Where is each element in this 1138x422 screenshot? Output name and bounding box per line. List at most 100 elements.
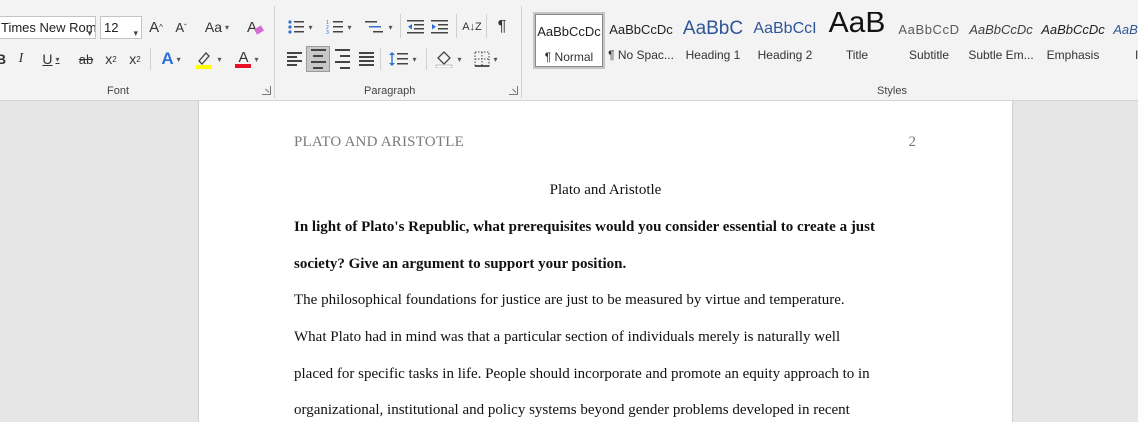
body-line: organizational, institutional and policy… <box>294 402 850 418</box>
borders-icon <box>474 51 490 67</box>
clear-formatting-button[interactable]: A <box>245 16 265 38</box>
increase-indent-button[interactable] <box>430 16 450 38</box>
bullet-list-icon <box>288 20 305 34</box>
style-name: Inte <box>1134 48 1138 62</box>
paragraph-group-label: Paragraph <box>364 85 416 97</box>
style-preview: AaBbC <box>682 18 744 39</box>
style-normal[interactable]: AaBbCcDc ¶ Normal <box>533 12 605 69</box>
group-divider <box>521 6 522 98</box>
bullets-button[interactable]: ▾ <box>284 16 316 38</box>
pilcrow-icon: ¶ <box>497 18 507 35</box>
shrink-font-button[interactable]: Aˇ <box>172 16 190 38</box>
style-title[interactable]: AaB Title <box>821 12 893 69</box>
body-line: The philosophical foundations for justic… <box>294 292 845 308</box>
divider <box>150 48 151 70</box>
style-name: Emphasis <box>1046 48 1100 62</box>
bold-button[interactable]: B <box>0 48 8 70</box>
style-no-spac[interactable]: AaBbCcDc ¶ No Spac... <box>605 12 677 69</box>
highlighter-icon <box>196 52 213 69</box>
justify-icon <box>358 50 374 68</box>
align-right-icon <box>334 47 350 71</box>
style-heading-2[interactable]: AaBbCcI Heading 2 <box>749 12 821 69</box>
superscript-mark: 2 <box>136 54 141 64</box>
page-number: 2 <box>908 134 917 150</box>
change-case-icon: Aa <box>204 19 223 35</box>
show-formatting-marks-button[interactable]: ¶ <box>492 16 512 38</box>
align-center-icon <box>310 47 326 71</box>
underline-button[interactable]: U ▾ <box>36 48 66 70</box>
change-case-button[interactable]: Aa ▾ <box>200 16 234 38</box>
font-size-combobox[interactable]: 12 ▾ <box>100 16 142 39</box>
subscript-icon: x <box>105 51 113 67</box>
style-heading-1[interactable]: AaBbC Heading 1 <box>677 12 749 69</box>
sort-icon: A↓Z <box>462 20 482 33</box>
italic-button[interactable]: I <box>14 48 28 70</box>
sort-button[interactable]: A↓Z <box>462 16 482 38</box>
clear-formatting-icon: A <box>247 19 264 36</box>
font-group-label: Font <box>107 85 130 97</box>
highlight-color-button[interactable]: ▾ <box>192 48 224 70</box>
chevron-down-icon[interactable]: ▾ <box>87 23 92 38</box>
body-line: placed for specific tasks in life. Peopl… <box>294 366 870 382</box>
text-effects-icon: A <box>161 49 174 68</box>
divider <box>400 14 401 38</box>
font-name-combobox[interactable]: Times New Roman ▾ <box>0 16 96 39</box>
question-line: In light of Plato's Republic, what prere… <box>294 219 875 235</box>
paragraph-dialog-launcher-icon[interactable] <box>509 86 518 95</box>
divider <box>486 14 487 38</box>
superscript-button[interactable]: x2 <box>126 48 144 70</box>
style-name: Heading 1 <box>685 48 741 62</box>
borders-button[interactable]: ▾ <box>470 48 502 70</box>
style-subtle-em[interactable]: AaBbCcDc Subtle Em... <box>965 12 1037 69</box>
style-name: Subtle Em... <box>968 48 1034 62</box>
shrink-font-icon: A <box>175 19 184 35</box>
style-emphasis[interactable]: AaBbCcDc Emphasis <box>1037 12 1109 69</box>
superscript-icon: x <box>129 51 137 67</box>
subscript-button[interactable]: x2 <box>102 48 120 70</box>
multilevel-list-icon <box>365 21 384 33</box>
bold-icon: B <box>0 51 6 67</box>
style-name: ¶ No Spac... <box>608 48 674 62</box>
running-head: PLATO AND ARISTOTLE <box>294 134 464 150</box>
font-color-icon: A <box>238 48 249 66</box>
numbering-button[interactable]: 1 2 3 ▾ <box>323 16 355 38</box>
decrease-indent-button[interactable] <box>406 16 426 38</box>
document-title: Plato and Aristotle <box>549 182 662 198</box>
text-effects-button[interactable]: A ▾ <box>156 48 186 70</box>
strikethrough-icon: ab <box>78 51 94 67</box>
multilevel-list-button[interactable]: ▾ <box>362 16 396 38</box>
svg-text:3: 3 <box>326 30 329 35</box>
ribbon: Times New Roman ▾ 12 ▾ A^ Aˇ Aa▾ A B I U… <box>0 0 1138 101</box>
document-page[interactable]: PLATO AND ARISTOTLE 2 Plato and Aristotl… <box>198 101 1013 422</box>
style-subtitle[interactable]: AaBbCcD Subtitle <box>893 12 965 69</box>
style-preview: AaB <box>828 12 886 39</box>
font-color-button[interactable]: A ▾ <box>231 48 263 70</box>
underline-icon: U <box>42 51 53 67</box>
font-size-value: 12 <box>104 20 119 35</box>
line-spacing-button[interactable]: ▾ <box>386 48 420 70</box>
paint-bucket-icon <box>436 51 453 68</box>
font-dialog-launcher-icon[interactable] <box>262 86 271 95</box>
question-line: society? Give an argument to support you… <box>294 256 627 272</box>
align-right-button[interactable] <box>332 48 352 70</box>
style-name: Title <box>845 48 869 62</box>
style-inte[interactable]: AaBbCcDc Inte <box>1109 12 1138 69</box>
style-preview: AaBbCcDc <box>1113 22 1138 37</box>
styles-gallery: AaBbCcDc ¶ Normal AaBbCcDc ¶ No Spac... AaBb… <box>533 12 1138 70</box>
line-spacing-icon <box>389 52 409 66</box>
strikethrough-button[interactable]: ab <box>76 48 96 70</box>
divider <box>426 48 427 70</box>
style-preview: AaBbCcDc <box>969 22 1033 37</box>
font-name-value: Times New Roman <box>1 20 96 35</box>
group-divider <box>274 6 275 98</box>
align-center-button[interactable] <box>306 46 330 72</box>
shading-button[interactable]: ▾ <box>432 48 464 70</box>
grow-font-button[interactable]: A ^ <box>147 16 165 38</box>
styles-group-label: Styles <box>877 85 907 97</box>
decrease-indent-icon <box>407 20 424 34</box>
style-name: ¶ Normal <box>544 50 594 64</box>
divider <box>380 48 381 70</box>
align-left-button[interactable] <box>284 48 304 70</box>
justify-button[interactable] <box>356 48 376 70</box>
chevron-down-icon[interactable]: ▾ <box>133 23 138 44</box>
